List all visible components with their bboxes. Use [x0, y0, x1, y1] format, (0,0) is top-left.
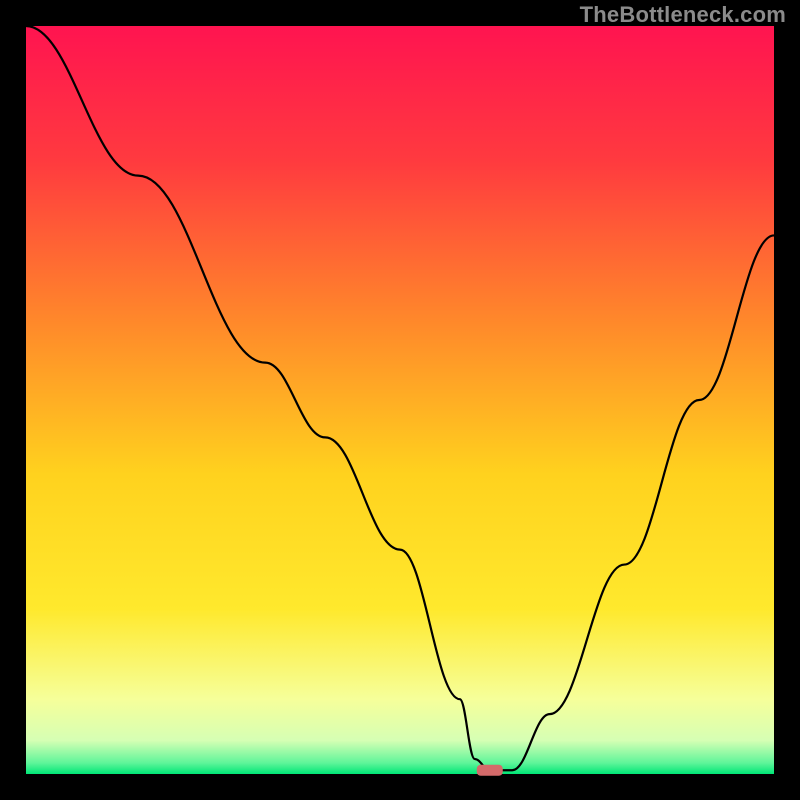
bottleneck-chart [0, 0, 800, 800]
gradient-background [26, 26, 774, 774]
watermark-text: TheBottleneck.com [580, 2, 786, 28]
chart-frame: TheBottleneck.com [0, 0, 800, 800]
optimal-marker [477, 765, 503, 776]
